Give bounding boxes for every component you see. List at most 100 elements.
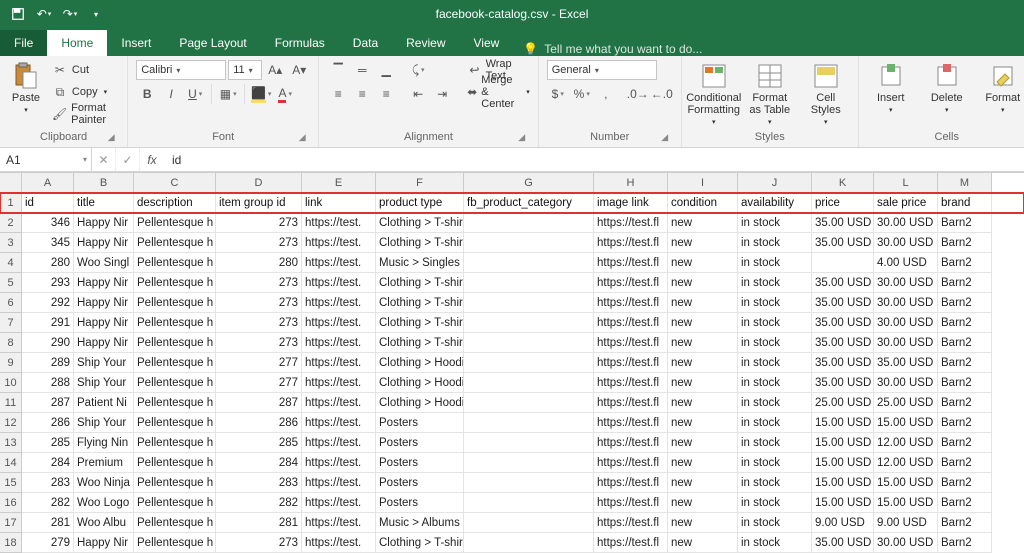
cell[interactable]: Flying Nin [74,433,134,453]
cell[interactable]: 9.00 USD [812,513,874,533]
cell[interactable]: id [22,193,74,213]
cell[interactable]: link [302,193,376,213]
cell[interactable]: Barn2 [938,333,992,353]
cell[interactable]: Clothing > Hoodies [376,353,464,373]
cell[interactable]: 273 [216,273,302,293]
decrease-indent-icon[interactable]: ⇤ [407,84,429,104]
percent-format-icon[interactable]: % [571,84,593,104]
cell[interactable]: Pellentesque h [134,353,216,373]
cell[interactable]: new [668,453,738,473]
row-header[interactable]: 9 [0,353,22,373]
row-header[interactable]: 10 [0,373,22,393]
cell[interactable]: new [668,273,738,293]
cell[interactable]: Happy Nir [74,333,134,353]
formula-input[interactable]: id [164,153,1024,167]
delete-cells-button[interactable]: Delete▾ [923,60,971,116]
cell[interactable]: Pellentesque h [134,473,216,493]
cell[interactable] [464,513,594,533]
cell[interactable]: 15.00 USD [812,433,874,453]
cell[interactable]: https://test.fl [594,313,668,333]
cell[interactable]: in stock [738,213,812,233]
cell[interactable]: Posters [376,413,464,433]
cell[interactable]: in stock [738,533,812,553]
tab-page-layout[interactable]: Page Layout [165,30,260,56]
font-launcher-icon[interactable]: ◢ [296,131,308,143]
cell[interactable]: Woo Logo [74,493,134,513]
cell[interactable]: Clothing > T-shirts [376,533,464,553]
cell[interactable]: 280 [22,253,74,273]
cell[interactable] [464,373,594,393]
align-middle-icon[interactable]: ═ [351,60,373,80]
cell[interactable] [464,293,594,313]
cell[interactable]: Clothing > T-shirts [376,273,464,293]
row-header[interactable]: 18 [0,533,22,553]
cell[interactable]: in stock [738,273,812,293]
cell[interactable]: in stock [738,313,812,333]
cell[interactable]: 287 [216,393,302,413]
cell[interactable]: Barn2 [938,453,992,473]
cell[interactable]: https://test. [302,333,376,353]
borders-button[interactable]: ▦ [217,84,239,104]
cell[interactable]: 35.00 USD [812,293,874,313]
cell[interactable]: 273 [216,293,302,313]
cell[interactable]: 12.00 USD [874,453,938,473]
row-header[interactable]: 12 [0,413,22,433]
cell[interactable] [464,213,594,233]
cell[interactable]: https://test.fl [594,293,668,313]
cell[interactable]: Posters [376,493,464,513]
column-header[interactable]: H [594,173,668,193]
cell[interactable]: Pellentesque h [134,493,216,513]
row-header[interactable]: 3 [0,233,22,253]
cell[interactable]: https://test.fl [594,233,668,253]
cell[interactable] [464,473,594,493]
quick-access-customize-icon[interactable]: ▾ [84,2,108,26]
cell[interactable]: new [668,313,738,333]
cell[interactable]: Pellentesque h [134,313,216,333]
column-header[interactable]: L [874,173,938,193]
cut-button[interactable]: ✂Cut [52,60,119,80]
cell[interactable]: Clothing > T-shirts [376,333,464,353]
cell[interactable]: new [668,493,738,513]
cell[interactable]: Barn2 [938,233,992,253]
row-header[interactable]: 7 [0,313,22,333]
column-header[interactable]: E [302,173,376,193]
cell[interactable]: https://test.fl [594,253,668,273]
cell[interactable]: sale price [874,193,938,213]
row-header[interactable]: 13 [0,433,22,453]
font-color-button[interactable]: A [274,84,296,104]
column-header[interactable]: G [464,173,594,193]
cell[interactable]: Pellentesque h [134,333,216,353]
cell[interactable]: 285 [216,433,302,453]
cell[interactable]: https://test. [302,453,376,473]
column-header[interactable]: M [938,173,992,193]
tab-insert[interactable]: Insert [107,30,165,56]
column-header[interactable]: K [812,173,874,193]
tab-home[interactable]: Home [47,30,107,56]
tab-file[interactable]: File [0,30,47,56]
cell[interactable]: Ship Your [74,353,134,373]
spreadsheet-grid[interactable]: ABCDEFGHIJKLM 1idtitledescriptionitem gr… [0,172,1024,553]
column-header[interactable]: B [74,173,134,193]
cell[interactable]: Posters [376,453,464,473]
cell[interactable]: new [668,333,738,353]
row-header[interactable]: 6 [0,293,22,313]
cell[interactable]: 15.00 USD [812,493,874,513]
cell[interactable]: Ship Your [74,373,134,393]
decrease-decimal-icon[interactable]: ←.0 [651,84,673,104]
cell[interactable]: Barn2 [938,373,992,393]
cell[interactable]: 273 [216,213,302,233]
cell[interactable]: Happy Nir [74,233,134,253]
cell[interactable]: 12.00 USD [874,433,938,453]
cell[interactable]: Patient Ni [74,393,134,413]
cell[interactable]: 286 [216,413,302,433]
cell[interactable]: https://test.fl [594,273,668,293]
tab-view[interactable]: View [460,30,514,56]
align-center-icon[interactable]: ≡ [351,84,373,104]
cell[interactable]: Barn2 [938,293,992,313]
font-name-combo[interactable]: Calibri▾ [136,60,226,80]
cell[interactable]: 9.00 USD [874,513,938,533]
cell[interactable]: in stock [738,513,812,533]
conditional-formatting-button[interactable]: Conditional Formatting▾ [690,60,738,128]
merge-center-button[interactable]: ⬌Merge & Center▾ [467,82,530,102]
number-launcher-icon[interactable]: ◢ [659,131,671,143]
